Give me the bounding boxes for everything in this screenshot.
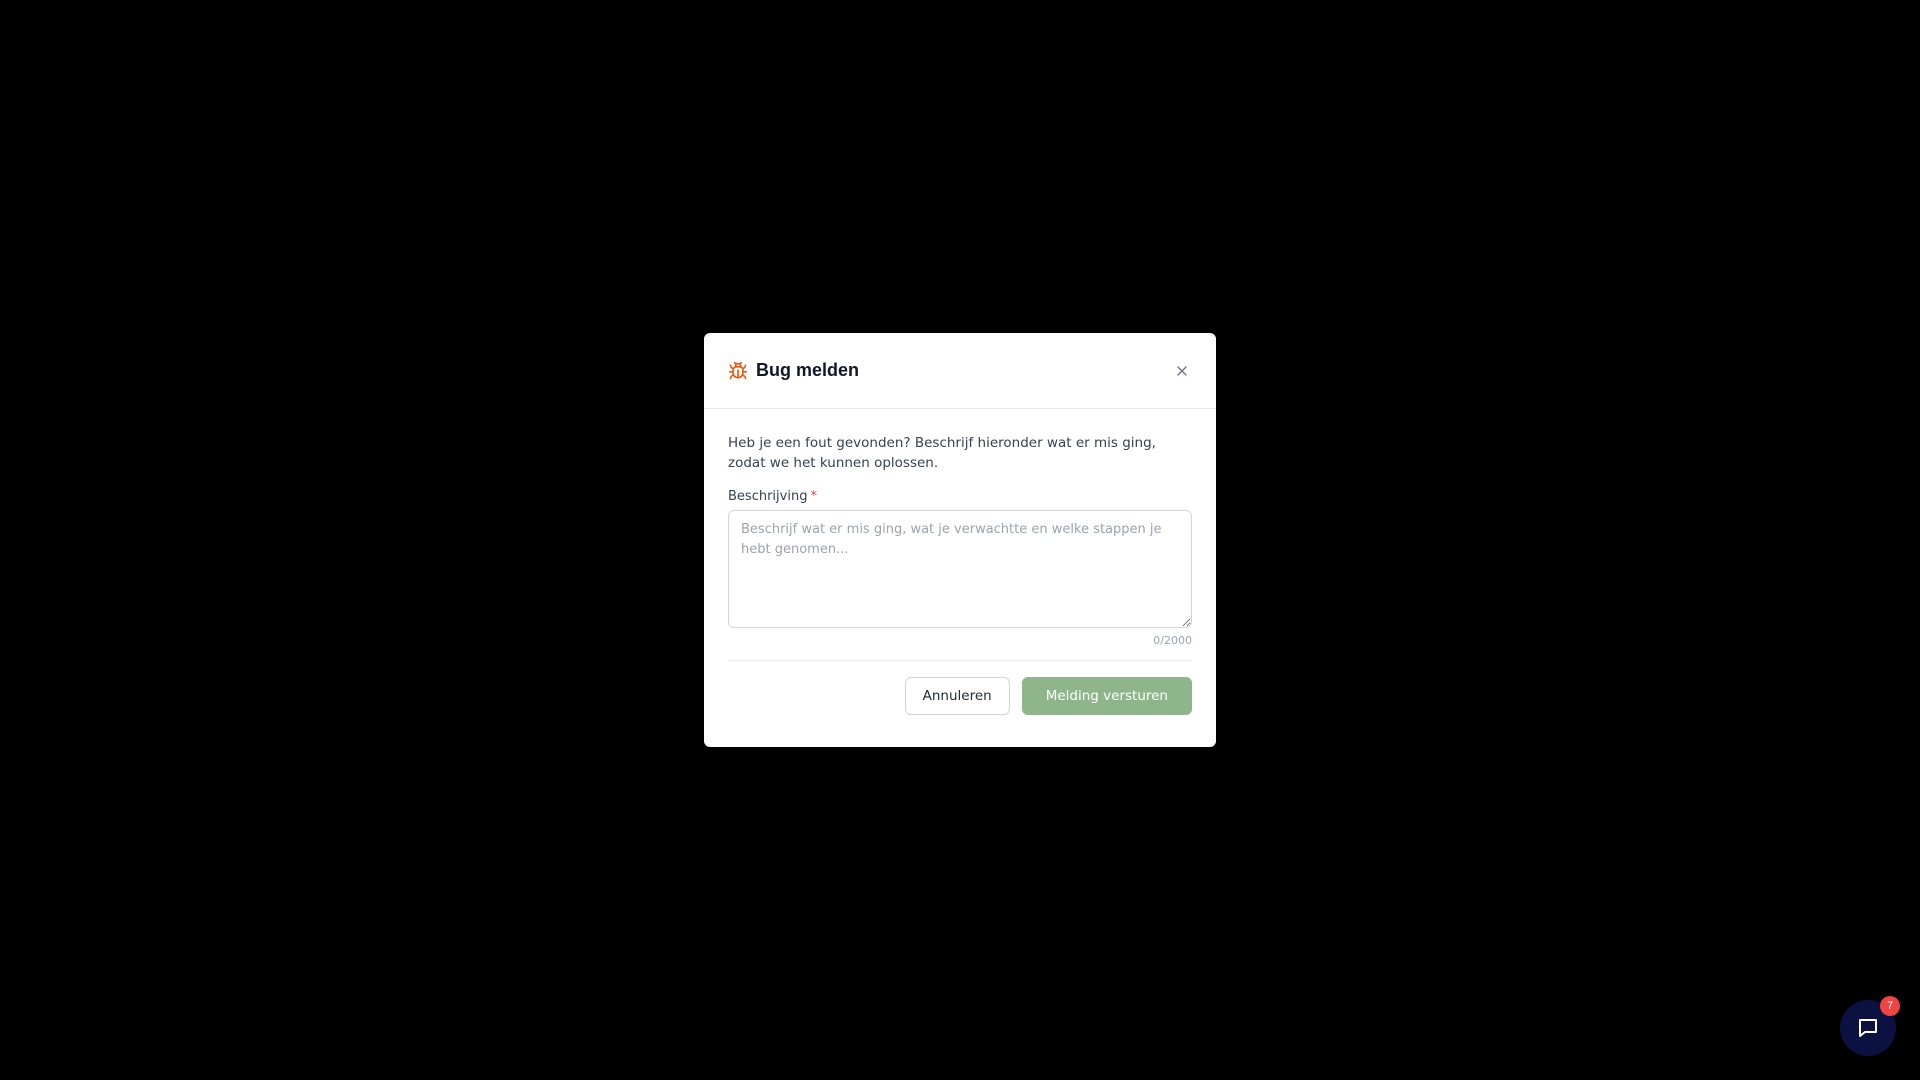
dialog-title: Bug melden [756, 360, 860, 380]
dialog-body: Heb je een fout gevonden? Beschrijf hier… [704, 409, 1216, 715]
dialog-header: Bug melden [704, 333, 1216, 409]
close-button[interactable] [1172, 361, 1192, 381]
required-marker: * [810, 489, 817, 504]
close-icon [1174, 363, 1190, 379]
character-counter: 0/2000 [1153, 634, 1192, 647]
description-label: Beschrijving * [728, 489, 1192, 504]
dialog-footer: Annuleren Melding versturen [728, 661, 1192, 715]
bug-icon [728, 361, 748, 381]
dialog-intro-text: Heb je een fout gevonden? Beschrijf hier… [728, 435, 1156, 471]
bug-report-dialog: Bug melden Heb je een fout gevonden? Bes… [704, 333, 1216, 747]
cancel-button[interactable]: Annuleren [904, 677, 1010, 715]
chat-icon [1856, 1016, 1880, 1040]
submit-report-button[interactable]: Melding versturen [1021, 677, 1192, 715]
description-textarea[interactable] [728, 510, 1192, 628]
description-label-text: Beschrijving [728, 489, 808, 504]
chat-notification-badge: 7 [1880, 996, 1900, 1016]
